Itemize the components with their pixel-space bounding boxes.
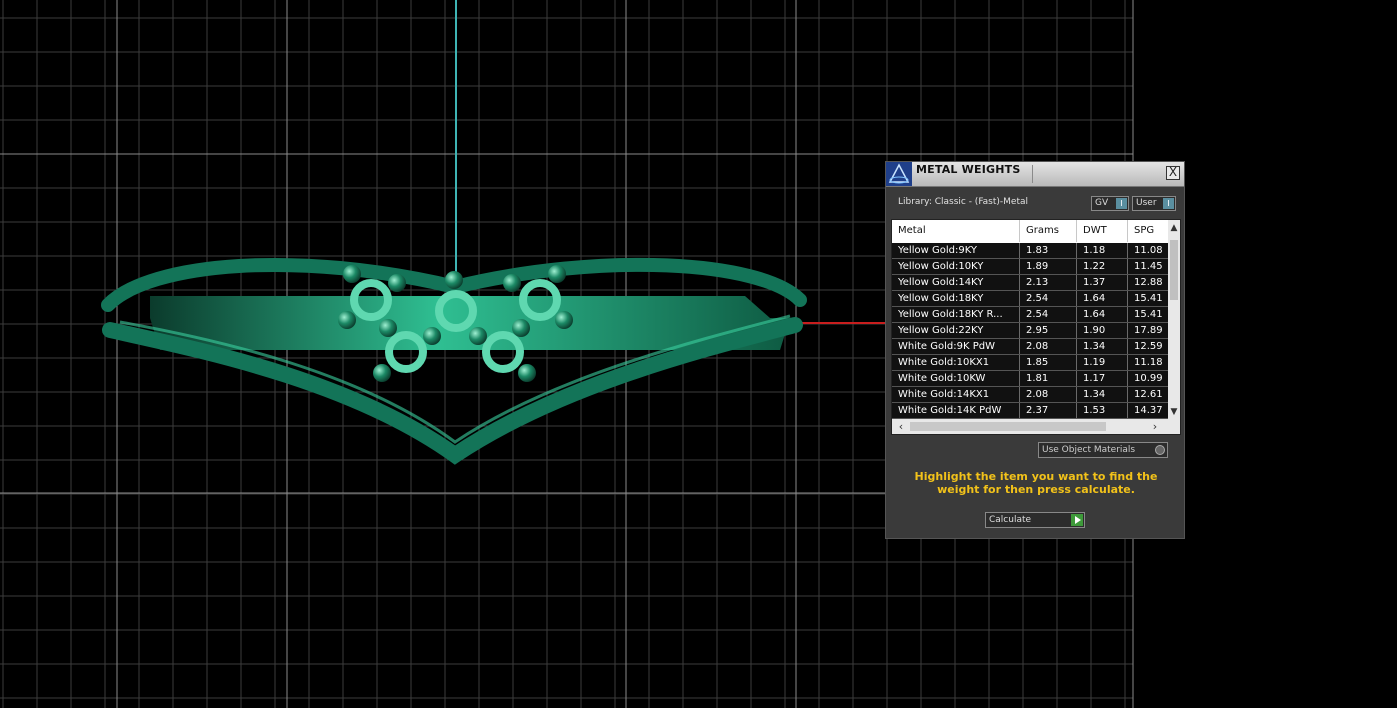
table-row[interactable]: Yellow Gold:10KY 1.89 1.22 11.45 <box>892 259 1168 275</box>
calculate-button[interactable]: Calculate <box>985 512 1085 528</box>
radio-icon <box>1155 445 1165 455</box>
metal-name-cell: White Gold:10KW <box>892 371 1020 386</box>
grams-cell: 2.08 <box>1020 339 1077 354</box>
instruction-text: Highlight the item you want to find the … <box>914 470 1158 496</box>
grams-cell: 2.54 <box>1020 307 1077 322</box>
use-object-materials-toggle[interactable]: Use Object Materials <box>1038 442 1168 458</box>
table-row[interactable]: Yellow Gold:14KY 2.13 1.37 12.88 <box>892 275 1168 291</box>
user-toggle[interactable]: User I <box>1132 196 1176 211</box>
panel-titlebar[interactable]: METAL WEIGHTS X <box>886 162 1184 187</box>
grams-cell: 1.85 <box>1020 355 1077 370</box>
titlebar-divider <box>1032 165 1033 183</box>
metal-name-cell: Yellow Gold:22KY <box>892 323 1020 338</box>
vertical-scrollbar[interactable]: ▲ ▼ <box>1168 220 1180 419</box>
spg-cell: 12.88 <box>1134 277 1163 288</box>
grams-cell: 1.83 <box>1020 243 1077 258</box>
scroll-right-icon[interactable]: › <box>1148 419 1162 434</box>
spg-cell: 14.37 <box>1134 405 1163 416</box>
table-row[interactable]: Yellow Gold:18KY 2.54 1.64 15.41 <box>892 291 1168 307</box>
close-button[interactable]: X <box>1166 166 1180 180</box>
3d-viewport[interactable] <box>0 0 1397 708</box>
table-row[interactable]: White Gold:14KX1 2.08 1.34 12.61 <box>892 387 1168 403</box>
gv-toggle-state: I <box>1116 198 1127 209</box>
library-label: Library: Classic - (Fast)-Metal <box>898 197 1029 207</box>
metal-weights-panel: METAL WEIGHTS X Library: Classic - (Fast… <box>885 161 1185 539</box>
dwt-cell: 1.34 <box>1077 387 1128 402</box>
metal-name-cell: Yellow Gold:10KY <box>892 259 1020 274</box>
vertical-scroll-thumb[interactable] <box>1170 240 1178 300</box>
panel-title: METAL WEIGHTS <box>916 163 1021 176</box>
table-row[interactable]: Yellow Gold:22KY 2.95 1.90 17.89 <box>892 323 1168 339</box>
column-header-metal[interactable]: Metal <box>892 220 1020 242</box>
metal-name-cell: White Gold:14K PdW <box>892 403 1020 418</box>
metal-name-cell: Yellow Gold:14KY <box>892 275 1020 290</box>
metal-name-cell: White Gold:9K PdW <box>892 339 1020 354</box>
play-icon <box>1071 514 1083 526</box>
grams-cell: 2.54 <box>1020 291 1077 306</box>
column-header-dwt[interactable]: DWT <box>1077 220 1128 242</box>
scroll-up-icon[interactable]: ▲ <box>1168 222 1180 234</box>
calculate-label: Calculate <box>989 515 1032 525</box>
grams-cell: 1.89 <box>1020 259 1077 274</box>
grams-cell: 2.95 <box>1020 323 1077 338</box>
gv-toggle-label: GV <box>1095 198 1109 208</box>
dwt-cell: 1.19 <box>1077 355 1128 370</box>
grams-cell: 1.81 <box>1020 371 1077 386</box>
column-header-spg[interactable]: SPG <box>1128 220 1168 242</box>
spg-cell: 11.18 <box>1134 357 1163 368</box>
table-header: Metal Grams DWT SPG <box>892 220 1168 242</box>
spg-cell: 11.08 <box>1134 245 1163 256</box>
spg-cell: 12.59 <box>1134 341 1163 352</box>
table-row[interactable]: Yellow Gold:9KY 1.83 1.18 11.08 <box>892 243 1168 259</box>
dwt-cell: 1.90 <box>1077 323 1128 338</box>
spg-cell: 12.61 <box>1134 389 1163 400</box>
grams-cell: 2.08 <box>1020 387 1077 402</box>
horizontal-scroll-thumb[interactable] <box>910 422 1106 431</box>
scroll-down-icon[interactable]: ▼ <box>1168 406 1180 418</box>
horizontal-scrollbar[interactable]: ‹ › <box>892 419 1180 434</box>
table-body: Yellow Gold:9KY 1.83 1.18 11.08 Yellow Gold:… <box>892 243 1168 419</box>
gv-toggle[interactable]: GV I <box>1091 196 1129 211</box>
column-header-grams[interactable]: Grams <box>1020 220 1077 242</box>
user-toggle-label: User <box>1136 198 1157 208</box>
metal-table: Metal Grams DWT SPG Yellow Gold:9KY 1.83 1… <box>891 219 1181 435</box>
dwt-cell: 1.64 <box>1077 291 1128 306</box>
dwt-cell: 1.53 <box>1077 403 1128 418</box>
scroll-left-icon[interactable]: ‹ <box>894 419 908 434</box>
dwt-cell: 1.18 <box>1077 243 1128 258</box>
use-object-materials-label: Use Object Materials <box>1042 445 1136 455</box>
spg-cell: 10.99 <box>1134 373 1163 384</box>
dwt-cell: 1.17 <box>1077 371 1128 386</box>
metal-name-cell: White Gold:14KX1 <box>892 387 1020 402</box>
dwt-cell: 1.34 <box>1077 339 1128 354</box>
spg-cell: 15.41 <box>1134 309 1163 320</box>
table-row[interactable]: White Gold:14K PdW 2.37 1.53 14.37 <box>892 403 1168 419</box>
table-row[interactable]: Yellow Gold:18KY R... 2.54 1.64 15.41 <box>892 307 1168 323</box>
spg-cell: 11.45 <box>1134 261 1163 272</box>
metal-name-cell: Yellow Gold:9KY <box>892 243 1020 258</box>
dwt-cell: 1.22 <box>1077 259 1128 274</box>
spg-cell: 17.89 <box>1134 325 1163 336</box>
user-toggle-state: I <box>1163 198 1174 209</box>
metal-name-cell: White Gold:10KX1 <box>892 355 1020 370</box>
dwt-cell: 1.37 <box>1077 275 1128 290</box>
app-logo-icon <box>886 162 912 186</box>
grams-cell: 2.13 <box>1020 275 1077 290</box>
spg-cell: 15.41 <box>1134 293 1163 304</box>
table-row[interactable]: White Gold:10KW 1.81 1.17 10.99 <box>892 371 1168 387</box>
metal-name-cell: Yellow Gold:18KY <box>892 291 1020 306</box>
dwt-cell: 1.64 <box>1077 307 1128 322</box>
metal-name-cell: Yellow Gold:18KY R... <box>892 307 1020 322</box>
grams-cell: 2.37 <box>1020 403 1077 418</box>
table-row[interactable]: White Gold:10KX1 1.85 1.19 11.18 <box>892 355 1168 371</box>
table-row[interactable]: White Gold:9K PdW 2.08 1.34 12.59 <box>892 339 1168 355</box>
